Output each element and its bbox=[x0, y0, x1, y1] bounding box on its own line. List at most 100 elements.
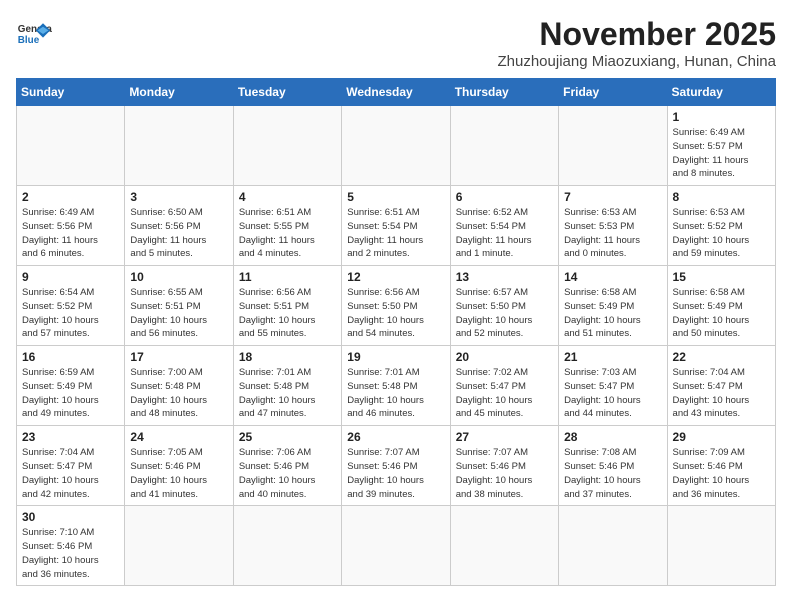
day-cell: 30 Sunrise: 7:10 AM Sunset: 5:46 PM Dayli… bbox=[17, 506, 125, 586]
day-cell: 24 Sunrise: 7:05 AM Sunset: 5:46 PM Dayli… bbox=[125, 426, 233, 506]
day-cell: 5 Sunrise: 6:51 AM Sunset: 5:54 PM Daylig… bbox=[342, 186, 450, 266]
week-row-4: 23Sunrise: 7:04 AM Sunset: 5:47 PM Dayli… bbox=[17, 426, 776, 506]
day-info: Sunrise: 6:56 AM Sunset: 5:50 PM Dayligh… bbox=[347, 286, 444, 341]
week-row-1: 2Sunrise: 6:49 AM Sunset: 5:56 PM Daylig… bbox=[17, 186, 776, 266]
day-cell: 21 Sunrise: 7:03 AM Sunset: 5:47 PM Dayli… bbox=[559, 346, 667, 426]
week-row-3: 16Sunrise: 6:59 AM Sunset: 5:49 PM Dayli… bbox=[17, 346, 776, 426]
calendar-table: SundayMondayTuesdayWednesdayThursdayFrid… bbox=[16, 78, 776, 586]
day-info: Sunrise: 7:04 AM Sunset: 5:47 PM Dayligh… bbox=[673, 366, 770, 421]
day-info: Sunrise: 6:49 AM Sunset: 5:57 PM Dayligh… bbox=[673, 126, 770, 181]
day-cell: 25 Sunrise: 7:06 AM Sunset: 5:46 PM Dayli… bbox=[233, 426, 341, 506]
day-info: Sunrise: 7:06 AM Sunset: 5:46 PM Dayligh… bbox=[239, 446, 336, 501]
weekday-header-monday: Monday bbox=[125, 79, 233, 106]
day-cell bbox=[342, 106, 450, 186]
day-info: Sunrise: 7:07 AM Sunset: 5:46 PM Dayligh… bbox=[347, 446, 444, 501]
day-info: Sunrise: 6:54 AM Sunset: 5:52 PM Dayligh… bbox=[22, 286, 119, 341]
day-cell: 9 Sunrise: 6:54 AM Sunset: 5:52 PM Daylig… bbox=[17, 266, 125, 346]
day-number: 20 bbox=[456, 350, 553, 364]
day-cell: 7 Sunrise: 6:53 AM Sunset: 5:53 PM Daylig… bbox=[559, 186, 667, 266]
day-info: Sunrise: 6:58 AM Sunset: 5:49 PM Dayligh… bbox=[564, 286, 661, 341]
day-cell bbox=[667, 506, 775, 586]
day-cell: 28 Sunrise: 7:08 AM Sunset: 5:46 PM Dayli… bbox=[559, 426, 667, 506]
day-number: 10 bbox=[130, 270, 227, 284]
day-number: 26 bbox=[347, 430, 444, 444]
weekday-header-tuesday: Tuesday bbox=[233, 79, 341, 106]
day-number: 27 bbox=[456, 430, 553, 444]
day-cell: 10 Sunrise: 6:55 AM Sunset: 5:51 PM Dayli… bbox=[125, 266, 233, 346]
day-info: Sunrise: 7:05 AM Sunset: 5:46 PM Dayligh… bbox=[130, 446, 227, 501]
day-info: Sunrise: 7:03 AM Sunset: 5:47 PM Dayligh… bbox=[564, 366, 661, 421]
day-number: 1 bbox=[673, 110, 770, 124]
day-info: Sunrise: 7:01 AM Sunset: 5:48 PM Dayligh… bbox=[239, 366, 336, 421]
day-number: 8 bbox=[673, 190, 770, 204]
day-cell bbox=[342, 506, 450, 586]
day-number: 21 bbox=[564, 350, 661, 364]
day-info: Sunrise: 6:52 AM Sunset: 5:54 PM Dayligh… bbox=[456, 206, 553, 261]
week-row-2: 9 Sunrise: 6:54 AM Sunset: 5:52 PM Daylig… bbox=[17, 266, 776, 346]
weekday-header-saturday: Saturday bbox=[667, 79, 775, 106]
day-cell: 17Sunrise: 7:00 AM Sunset: 5:48 PM Dayli… bbox=[125, 346, 233, 426]
day-number: 4 bbox=[239, 190, 336, 204]
week-row-5: 30 Sunrise: 7:10 AM Sunset: 5:46 PM Dayli… bbox=[17, 506, 776, 586]
day-info: Sunrise: 6:51 AM Sunset: 5:54 PM Dayligh… bbox=[347, 206, 444, 261]
day-info: Sunrise: 6:53 AM Sunset: 5:52 PM Dayligh… bbox=[673, 206, 770, 261]
day-info: Sunrise: 6:57 AM Sunset: 5:50 PM Dayligh… bbox=[456, 286, 553, 341]
location: Zhuzhoujiang Miaozuxiang, Hunan, China bbox=[497, 53, 776, 70]
day-number: 5 bbox=[347, 190, 444, 204]
day-number: 2 bbox=[22, 190, 119, 204]
day-info: Sunrise: 6:53 AM Sunset: 5:53 PM Dayligh… bbox=[564, 206, 661, 261]
day-cell: 3Sunrise: 6:50 AM Sunset: 5:56 PM Daylig… bbox=[125, 186, 233, 266]
day-cell: 22 Sunrise: 7:04 AM Sunset: 5:47 PM Dayli… bbox=[667, 346, 775, 426]
day-number: 22 bbox=[673, 350, 770, 364]
day-cell: 14 Sunrise: 6:58 AM Sunset: 5:49 PM Dayli… bbox=[559, 266, 667, 346]
day-info: Sunrise: 7:01 AM Sunset: 5:48 PM Dayligh… bbox=[347, 366, 444, 421]
day-number: 7 bbox=[564, 190, 661, 204]
weekday-header-row: SundayMondayTuesdayWednesdayThursdayFrid… bbox=[17, 79, 776, 106]
day-info: Sunrise: 6:50 AM Sunset: 5:56 PM Dayligh… bbox=[130, 206, 227, 261]
day-cell: 16Sunrise: 6:59 AM Sunset: 5:49 PM Dayli… bbox=[17, 346, 125, 426]
day-cell: 29 Sunrise: 7:09 AM Sunset: 5:46 PM Dayli… bbox=[667, 426, 775, 506]
day-number: 17 bbox=[130, 350, 227, 364]
day-number: 25 bbox=[239, 430, 336, 444]
day-cell bbox=[125, 506, 233, 586]
day-cell: 15Sunrise: 6:58 AM Sunset: 5:49 PM Dayli… bbox=[667, 266, 775, 346]
day-cell: 26 Sunrise: 7:07 AM Sunset: 5:46 PM Dayli… bbox=[342, 426, 450, 506]
day-info: Sunrise: 6:55 AM Sunset: 5:51 PM Dayligh… bbox=[130, 286, 227, 341]
svg-text:Blue: Blue bbox=[18, 35, 40, 46]
day-number: 19 bbox=[347, 350, 444, 364]
day-info: Sunrise: 6:56 AM Sunset: 5:51 PM Dayligh… bbox=[239, 286, 336, 341]
day-info: Sunrise: 7:10 AM Sunset: 5:46 PM Dayligh… bbox=[22, 526, 119, 581]
day-number: 29 bbox=[673, 430, 770, 444]
month-title: November 2025 bbox=[497, 16, 776, 53]
day-cell bbox=[233, 106, 341, 186]
day-cell: 1 Sunrise: 6:49 AM Sunset: 5:57 PM Daylig… bbox=[667, 106, 775, 186]
day-cell bbox=[559, 506, 667, 586]
day-cell: 2Sunrise: 6:49 AM Sunset: 5:56 PM Daylig… bbox=[17, 186, 125, 266]
day-info: Sunrise: 7:08 AM Sunset: 5:46 PM Dayligh… bbox=[564, 446, 661, 501]
day-info: Sunrise: 6:51 AM Sunset: 5:55 PM Dayligh… bbox=[239, 206, 336, 261]
day-number: 13 bbox=[456, 270, 553, 284]
day-info: Sunrise: 7:09 AM Sunset: 5:46 PM Dayligh… bbox=[673, 446, 770, 501]
day-cell bbox=[450, 506, 558, 586]
day-number: 11 bbox=[239, 270, 336, 284]
day-cell bbox=[450, 106, 558, 186]
day-cell: 19 Sunrise: 7:01 AM Sunset: 5:48 PM Dayli… bbox=[342, 346, 450, 426]
weekday-header-friday: Friday bbox=[559, 79, 667, 106]
day-info: Sunrise: 7:04 AM Sunset: 5:47 PM Dayligh… bbox=[22, 446, 119, 501]
day-number: 28 bbox=[564, 430, 661, 444]
day-number: 9 bbox=[22, 270, 119, 284]
day-number: 24 bbox=[130, 430, 227, 444]
weekday-header-wednesday: Wednesday bbox=[342, 79, 450, 106]
logo-icon: General Blue bbox=[16, 16, 52, 52]
day-cell bbox=[17, 106, 125, 186]
day-cell: 18Sunrise: 7:01 AM Sunset: 5:48 PM Dayli… bbox=[233, 346, 341, 426]
day-cell: 6 Sunrise: 6:52 AM Sunset: 5:54 PM Daylig… bbox=[450, 186, 558, 266]
day-number: 30 bbox=[22, 510, 119, 524]
day-cell bbox=[125, 106, 233, 186]
day-number: 6 bbox=[456, 190, 553, 204]
day-info: Sunrise: 6:58 AM Sunset: 5:49 PM Dayligh… bbox=[673, 286, 770, 341]
day-number: 14 bbox=[564, 270, 661, 284]
weekday-header-sunday: Sunday bbox=[17, 79, 125, 106]
day-cell: 13 Sunrise: 6:57 AM Sunset: 5:50 PM Dayli… bbox=[450, 266, 558, 346]
week-row-0: 1 Sunrise: 6:49 AM Sunset: 5:57 PM Daylig… bbox=[17, 106, 776, 186]
